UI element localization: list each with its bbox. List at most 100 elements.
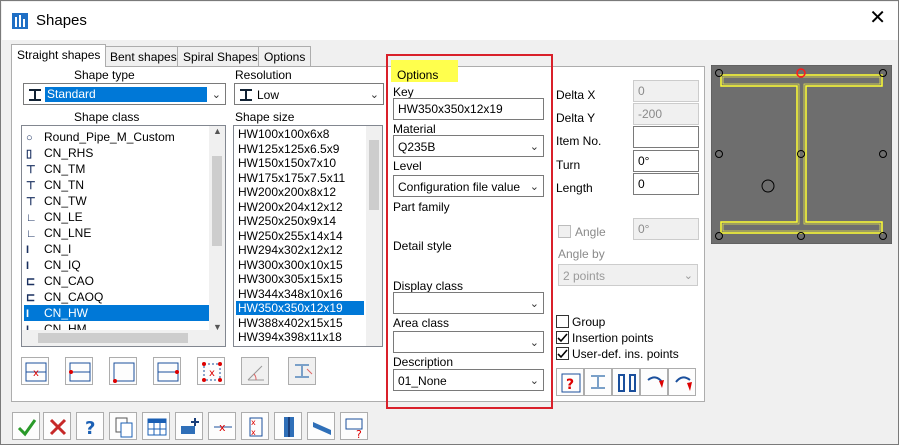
help-button[interactable]: ? (76, 412, 104, 440)
points-button[interactable]: xx (241, 412, 269, 440)
delta-x-value: 0 (638, 84, 645, 98)
insertion-right-button[interactable] (153, 357, 181, 385)
insertion-edge-button[interactable] (65, 357, 93, 385)
shape-class-item[interactable]: ⊏ CN_CAO (24, 273, 209, 289)
shape-size-item[interactable]: HW300x305x15x15 (236, 272, 364, 286)
shape-size-list[interactable]: HW100x100x6x8 HW125x125x6.5x9 HW150x150x7x… (233, 125, 383, 347)
shape-class-item[interactable]: ⊤ CN_TW (24, 193, 209, 209)
resolution-dropdown[interactable]: Low ⌄ (234, 83, 384, 105)
table-button[interactable] (142, 412, 170, 440)
i-beam-mirror-icon (295, 364, 313, 378)
shape-type-value: Standard (45, 87, 207, 102)
scrollbar-thumb[interactable] (212, 156, 222, 246)
shape-size-item[interactable]: HW175x175x7.5x11 (236, 171, 364, 185)
user-def-ins-points-checkbox[interactable] (556, 347, 569, 360)
shape-class-item[interactable]: ⊏ CN_CAOQ (24, 289, 209, 305)
shape-class-item[interactable]: ○ Round_Pipe_M_Custom (24, 129, 209, 145)
scrollbar-thumb[interactable] (369, 140, 379, 210)
shape-size-item[interactable]: HW200x200x8x12 (236, 185, 364, 199)
i-beam-icon (240, 89, 252, 101)
diagonal-beam-button[interactable] (307, 412, 335, 440)
i-beam-icon (591, 375, 605, 389)
delta-y-input[interactable]: -200 (633, 103, 699, 125)
tab-options[interactable]: Options (258, 46, 312, 66)
rotate-right-button[interactable] (668, 368, 696, 396)
svg-text:x: x (251, 418, 256, 427)
delta-x-input[interactable]: 0 (633, 80, 699, 102)
shape-size-item[interactable]: HW400x400x13x21 (236, 345, 364, 347)
insertion-all-button[interactable]: x (197, 357, 225, 385)
shape-class-item-label: CN_RHS (44, 146, 94, 160)
shape-class-item-label: CN_TW (44, 194, 87, 208)
angle-checkbox[interactable] (558, 225, 571, 238)
shape-class-item[interactable]: ∟ CN_LNE (24, 225, 209, 241)
scroll-up-icon[interactable]: ▲ (213, 126, 222, 136)
shape-type-dropdown[interactable]: Standard ⌄ (23, 83, 226, 105)
shape-size-item[interactable]: HW394x398x11x18 (236, 330, 364, 344)
insertion-center-button[interactable]: x (21, 357, 49, 385)
checkmark-icon (17, 419, 37, 437)
ok-button[interactable] (12, 412, 40, 440)
insertion-points-label: Insertion points (572, 331, 654, 345)
tab-label: Spiral Shapes (183, 50, 258, 64)
tab-spiral-shapes[interactable]: Spiral Shapes (177, 46, 264, 66)
rotate-angle-button[interactable] (241, 357, 269, 385)
pipe-profile-icon: ○ (26, 132, 33, 144)
shape-class-item[interactable]: ▯ CN_RHS (24, 145, 209, 161)
close-icon[interactable]: ✕ (869, 8, 886, 28)
svg-text:x: x (33, 368, 39, 379)
shape-size-item[interactable]: HW200x204x12x12 (236, 200, 364, 214)
copy-button[interactable] (109, 412, 137, 440)
shape-class-item-label: CN_CAOQ (44, 290, 104, 304)
shape-class-item[interactable]: Ι CN_I (24, 241, 209, 257)
add-shape-button[interactable] (175, 412, 203, 440)
rotate-left-button[interactable] (640, 368, 668, 396)
mirror-shape-button[interactable] (288, 357, 316, 385)
scrollbar-vertical[interactable]: ▲ ▼ (209, 126, 225, 332)
angle-by-dropdown[interactable]: 2 points ⌄ (558, 264, 698, 286)
shape-class-item[interactable]: ⊤ CN_TN (24, 177, 209, 193)
tab-bent-shapes[interactable]: Bent shapes (104, 46, 183, 66)
length-value: 0 (638, 177, 645, 191)
shape-size-item[interactable]: HW388x402x15x15 (236, 316, 364, 330)
all-points-icon: x (202, 362, 222, 382)
item-no-input[interactable] (633, 126, 699, 148)
group-label: Group (572, 315, 606, 329)
angle-input[interactable]: 0° (633, 218, 699, 240)
vertical-beam-button[interactable] (274, 412, 302, 440)
shape-size-item[interactable]: HW150x150x7x10 (236, 156, 364, 170)
insertion-points-checkbox[interactable] (556, 331, 569, 344)
chevron-down-icon: ⌄ (211, 89, 221, 101)
cancel-button[interactable] (43, 412, 71, 440)
points-icon: xx (249, 417, 263, 437)
shape-size-item[interactable]: HW100x100x6x8 (236, 127, 364, 141)
shape-size-item[interactable]: HW300x300x10x15 (236, 258, 364, 272)
shape-help-button[interactable]: ? (340, 412, 368, 440)
tab-straight-shapes[interactable]: Straight shapes (11, 44, 107, 67)
length-input[interactable]: 0 (633, 173, 699, 195)
turn-input[interactable]: 0° (633, 150, 699, 172)
shape-size-item[interactable]: HW344x348x10x16 (236, 287, 364, 301)
mirror-button[interactable] (612, 368, 640, 396)
shape-size-item[interactable]: HW294x302x12x12 (236, 243, 364, 257)
shape-size-item[interactable]: HW250x255x14x14 (236, 229, 364, 243)
insert-point-button[interactable]: x (208, 412, 236, 440)
shape-class-item[interactable]: ⊤ CN_TM (24, 161, 209, 177)
scrollbar-thumb[interactable] (38, 333, 188, 343)
scrollbar-vertical[interactable] (366, 126, 382, 346)
shape-class-item[interactable]: Ι CN_IQ (24, 257, 209, 273)
shape-class-item[interactable]: Ι CN_HW (24, 305, 209, 321)
scrollbar-horizontal[interactable] (22, 330, 225, 346)
shape-class-item[interactable]: ∟ CN_LE (24, 209, 209, 225)
shape-size-item[interactable]: HW125x125x6.5x9 (236, 142, 364, 156)
profile-button[interactable] (584, 368, 612, 396)
cancel-icon (49, 418, 67, 436)
help-icon: ? (85, 418, 95, 438)
shape-size-item[interactable]: HW350x350x12x19 (236, 301, 364, 315)
shape-class-list[interactable]: ○ Round_Pipe_M_Custom ▯ CN_RHS ⊤ CN_TM ⊤ CN_TN ⊤… (21, 125, 226, 347)
shape-size-item[interactable]: HW250x250x9x14 (236, 214, 364, 228)
shape-class-item-label: CN_I (44, 242, 72, 256)
group-checkbox[interactable] (556, 315, 569, 328)
shape-info-button[interactable]: ? (556, 368, 584, 396)
insertion-corner-button[interactable] (109, 357, 137, 385)
